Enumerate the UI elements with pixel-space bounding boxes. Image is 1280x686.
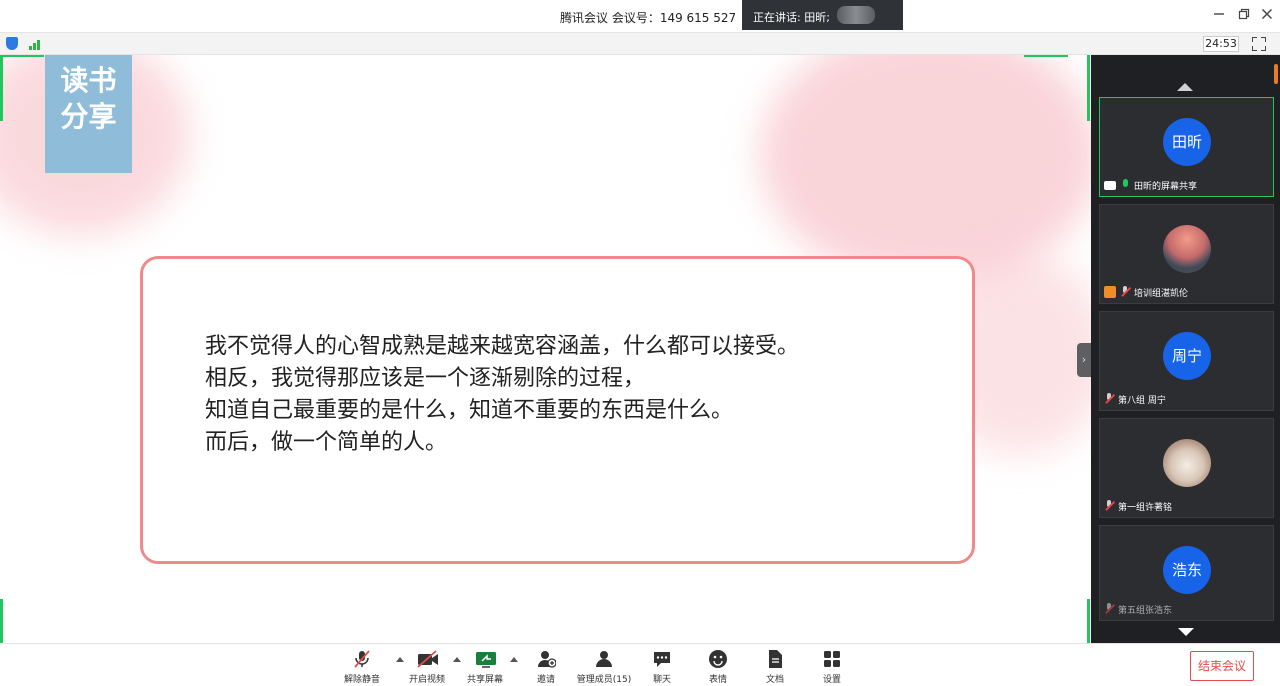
shared-screen-slide: 读书 分享 我不觉得人的心智成熟是越来越宽容涵盖，什么都可以接受。 相反，我觉得…: [0, 55, 1091, 643]
documents-label: 文档: [765, 675, 784, 685]
quote-box: 我不觉得人的心智成熟是越来越宽容涵盖，什么都可以接受。 相反，我觉得那应该是一个…: [140, 256, 975, 564]
security-shield-icon[interactable]: [6, 37, 18, 50]
reading-share-tag: 读书 分享: [45, 55, 132, 173]
meeting-title: 腾讯会议 会议号：149 615 527: [560, 11, 737, 25]
meeting-toolbar: 解除静音 开启视频 共享屏幕 邀请 管理成员(15) 聊天 表情 文档 设置 结…: [0, 643, 1280, 686]
screen-share-icon: [1104, 180, 1116, 190]
quote-text: 我不觉得人的心智成熟是越来越宽容涵盖，什么都可以接受。 相反，我觉得那应该是一个…: [205, 331, 799, 459]
unmute-label: 解除静音: [343, 675, 380, 685]
invite-icon: [536, 649, 557, 669]
participant-tile[interactable]: 田昕 田昕的屏幕共享: [1099, 97, 1274, 197]
chat-icon: [652, 649, 672, 669]
mic-muted-icon: [1104, 500, 1114, 512]
tag-line-1: 读书: [60, 64, 117, 97]
participant-label: 培训组湛凯伦: [1104, 284, 1188, 300]
manage-members-button[interactable]: 管理成员(15): [574, 649, 634, 685]
active-speaker-label: 正在讲话: 田昕;: [753, 11, 830, 24]
participant-panel: 田昕 田昕的屏幕共享 培训组湛凯伦 周宁 第八组 周宁 第一组许著铭 浩东 第五…: [1091, 55, 1280, 643]
minimize-icon[interactable]: [1211, 8, 1227, 24]
chat-button[interactable]: 聊天: [632, 649, 692, 685]
share-border-corner: [1087, 55, 1090, 121]
documents-button[interactable]: 文档: [745, 649, 805, 685]
emoji-icon: [708, 649, 728, 669]
avatar: [1163, 225, 1211, 273]
scroll-down-icon[interactable]: [1178, 628, 1194, 636]
avatar: 浩东: [1163, 546, 1211, 594]
start-video-label: 开启视频: [408, 675, 445, 685]
quote-line: 相反，我觉得那应该是一个逐渐剔除的过程，: [205, 366, 646, 391]
mic-muted-icon: [1120, 286, 1130, 298]
title-bar: 腾讯会议 会议号：149 615 527 正在讲话: 田昕;: [0, 0, 1280, 33]
video-off-icon: [417, 649, 438, 669]
quote-line: 而后，做一个简单的人。: [205, 430, 448, 455]
invite-label: 邀请: [536, 675, 555, 685]
participant-tile[interactable]: 培训组湛凯伦: [1099, 204, 1274, 304]
mic-active-icon: [1120, 179, 1130, 191]
share-border-corner: [1087, 599, 1090, 643]
participant-name: 田昕的屏幕共享: [1134, 181, 1198, 192]
avatar: 周宁: [1163, 332, 1211, 380]
collapse-panel-button[interactable]: ›: [1077, 343, 1091, 377]
close-icon[interactable]: [1259, 8, 1275, 24]
invite-button[interactable]: 邀请: [516, 649, 576, 685]
share-border-corner: [1024, 55, 1068, 57]
start-video-button[interactable]: 开启视频: [397, 649, 457, 685]
settings-label: 设置: [822, 675, 841, 685]
unmute-button[interactable]: 解除静音: [332, 649, 392, 685]
blurred-name-mask: [837, 6, 875, 24]
scroll-up-icon[interactable]: [1177, 83, 1193, 91]
share-screen-button[interactable]: 共享屏幕: [455, 649, 515, 685]
avatar: 田昕: [1163, 118, 1211, 166]
mic-muted-icon: [1104, 603, 1114, 615]
fullscreen-icon[interactable]: [1252, 37, 1266, 51]
participant-label: 第八组 周宁: [1104, 391, 1166, 407]
participant-name: 培训组湛凯伦: [1134, 288, 1189, 299]
participant-tile[interactable]: 周宁 第八组 周宁: [1099, 311, 1274, 411]
participant-tile[interactable]: 浩东 第五组张浩东: [1099, 525, 1274, 621]
restore-icon[interactable]: [1236, 8, 1252, 24]
participant-label: 田昕的屏幕共享: [1104, 177, 1197, 193]
active-speaker-indicator: 正在讲话: 田昕;: [742, 0, 903, 30]
document-icon: [765, 649, 785, 669]
reactions-label: 表情: [708, 675, 727, 685]
reactions-button[interactable]: 表情: [688, 649, 748, 685]
host-icon: [1104, 286, 1116, 298]
settings-grid-icon: [822, 649, 842, 669]
chat-label: 聊天: [652, 675, 671, 685]
network-signal-icon[interactable]: [29, 38, 43, 50]
members-icon: [594, 649, 614, 669]
share-screen-icon: [475, 649, 496, 669]
blossom-decoration: [760, 55, 1091, 285]
end-meeting-button[interactable]: 结束会议: [1190, 651, 1254, 681]
avatar: [1163, 439, 1211, 487]
participant-name: 第一组许著铭: [1118, 502, 1173, 513]
share-border-corner: [0, 55, 44, 57]
participant-tile[interactable]: 第一组许著铭: [1099, 418, 1274, 518]
quote-line: 我不觉得人的心智成熟是越来越宽容涵盖，什么都可以接受。: [205, 334, 800, 359]
share-border-corner: [0, 55, 3, 121]
meeting-timer: 24:53: [1203, 36, 1239, 52]
tag-line-2: 分享: [60, 100, 117, 133]
settings-button[interactable]: 设置: [802, 649, 862, 685]
participant-name: 第八组 周宁: [1118, 395, 1166, 406]
mic-muted-icon: [352, 649, 372, 669]
status-bar: 24:53: [0, 33, 1280, 55]
share-screen-label: 共享屏幕: [466, 675, 503, 685]
participant-name: 第五组张浩东: [1118, 605, 1173, 616]
quote-line: 知道自己最重要的是什么，知道不重要的东西是什么。: [205, 398, 734, 423]
share-border-corner: [0, 599, 3, 643]
participant-label: 第一组许著铭: [1104, 498, 1172, 514]
participant-label: 第五组张浩东: [1104, 601, 1172, 617]
mic-muted-icon: [1104, 393, 1114, 405]
panel-scrollbar[interactable]: [1274, 64, 1278, 84]
manage-members-label: 管理成员(15): [576, 675, 632, 685]
